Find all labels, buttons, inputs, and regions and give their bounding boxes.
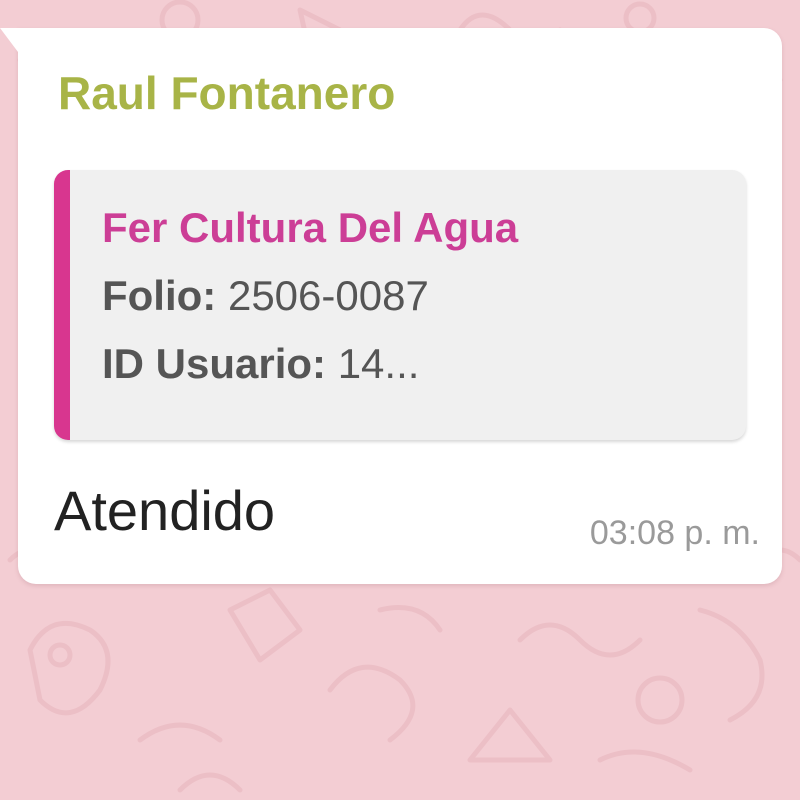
- bubble-tail: [0, 28, 18, 52]
- quote-accent-bar: [54, 170, 70, 440]
- quoted-folio-key: Folio:: [102, 272, 217, 319]
- message-text: Atendido: [54, 479, 276, 542]
- sender-name[interactable]: Raul Fontanero: [58, 66, 395, 120]
- quoted-message[interactable]: Fer Cultura Del Agua Folio: 2506-0087 ID…: [54, 170, 746, 440]
- quoted-user-id-line: ID Usuario: 14...: [102, 340, 419, 388]
- quoted-author: Fer Cultura Del Agua: [102, 204, 519, 251]
- quoted-user-id-value: 14...: [337, 340, 420, 387]
- message-timestamp: 03:08 p. m.: [589, 514, 760, 552]
- quoted-user-id-key: ID Usuario:: [102, 340, 327, 387]
- quoted-folio-value: 2506-0087: [227, 272, 429, 319]
- quoted-folio-line: Folio: 2506-0087: [102, 272, 429, 320]
- message-bubble[interactable]: Raul Fontanero Fer Cultura Del Agua Foli…: [0, 28, 782, 584]
